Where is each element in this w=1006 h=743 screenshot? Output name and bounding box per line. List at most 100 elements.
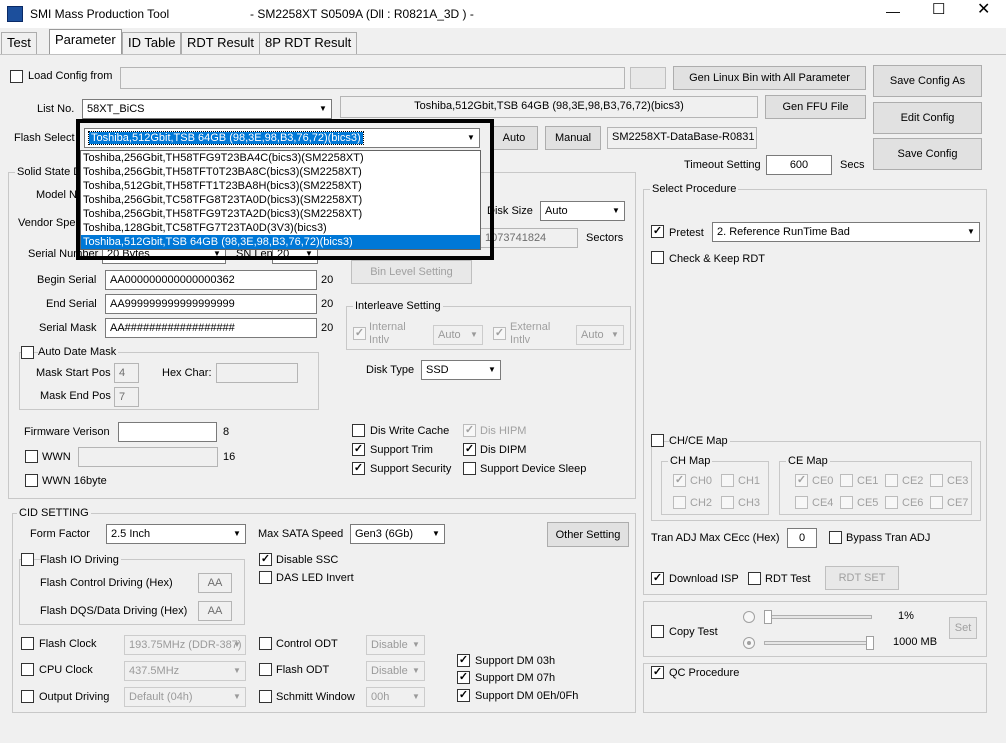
tab-parameter[interactable]: Parameter (49, 29, 122, 55)
schmitt-window-checkbox[interactable] (259, 690, 272, 703)
auto-button[interactable]: Auto (490, 126, 538, 150)
mb-slider-thumb[interactable] (866, 636, 874, 650)
hex-char-input[interactable] (216, 363, 298, 383)
edit-config-button[interactable]: Edit Config (873, 102, 982, 134)
internal-intlv-select[interactable]: Auto ▼ (433, 325, 483, 345)
ce3-checkbox[interactable] (930, 474, 943, 487)
mask-end-input[interactable]: 7 (114, 387, 139, 407)
mask-start-input[interactable]: 4 (114, 363, 139, 383)
load-config-path[interactable] (120, 67, 625, 89)
tran-adj-input[interactable]: 0 (787, 528, 817, 548)
output-driving-checkbox[interactable] (21, 690, 34, 703)
support-trim-checkbox[interactable] (352, 443, 365, 456)
tab-rdt-result[interactable]: RDT Result (181, 32, 260, 54)
schmitt-window-select[interactable]: 00h ▼ (366, 687, 425, 707)
cpu-clock-checkbox[interactable] (21, 663, 34, 676)
ce1-checkbox[interactable] (840, 474, 853, 487)
tab-id-table[interactable]: ID Table (122, 32, 182, 54)
tab-8p-rdt-result[interactable]: 8P RDT Result (259, 32, 358, 54)
external-intlv-checkbox[interactable] (493, 327, 506, 340)
copy-test-checkbox[interactable] (651, 625, 664, 638)
save-config-as-button[interactable]: Save Config As (873, 65, 982, 97)
ce2-checkbox[interactable] (885, 474, 898, 487)
bin-level-setting-button[interactable]: Bin Level Setting (351, 260, 472, 284)
flash-control-driving-input[interactable]: AA (198, 573, 232, 593)
ce0-checkbox[interactable] (795, 474, 808, 487)
end-serial-input[interactable]: AA999999999999999999 (105, 294, 317, 314)
disk-size-select[interactable]: Auto ▼ (540, 201, 625, 221)
mb-radio[interactable] (743, 637, 755, 649)
flash-odt-select[interactable]: Disable ▼ (366, 661, 425, 681)
support-security-checkbox[interactable] (352, 462, 365, 475)
pretest-checkbox[interactable] (651, 225, 664, 238)
close-icon[interactable]: ✕ (977, 2, 990, 18)
support-dm-03h-checkbox[interactable] (457, 654, 470, 667)
flash-io-driving-checkbox[interactable] (21, 553, 34, 566)
wwn-16byte-checkbox[interactable] (25, 474, 38, 487)
bypass-tran-adj-checkbox[interactable] (829, 531, 842, 544)
flash-clock-select[interactable]: 193.75MHz (DDR-387) ▼ (124, 635, 246, 655)
internal-intlv-checkbox[interactable] (353, 327, 366, 340)
manual-button[interactable]: Manual (545, 126, 601, 150)
ce5-checkbox[interactable] (840, 496, 853, 509)
flash-odt-checkbox[interactable] (259, 663, 272, 676)
gen-linux-bin-button[interactable]: Gen Linux Bin with All Parameter (673, 66, 866, 90)
disk-type-select[interactable]: SSD ▼ (421, 360, 501, 380)
form-factor-select[interactable]: 2.5 Inch ▼ (106, 524, 246, 544)
control-odt-checkbox[interactable] (259, 637, 272, 650)
timeout-input[interactable]: 600 (766, 155, 832, 175)
support-dm-0eh-checkbox[interactable] (457, 689, 470, 702)
rdt-set-button[interactable]: RDT SET (825, 566, 899, 590)
firmware-version-input[interactable] (118, 422, 217, 442)
wwn-checkbox[interactable] (25, 450, 38, 463)
wwn-input[interactable] (78, 447, 218, 467)
tab-test[interactable]: Test (1, 32, 37, 54)
control-odt-select[interactable]: Disable ▼ (366, 635, 425, 655)
copy-set-button[interactable]: Set (949, 617, 977, 639)
mb-slider[interactable] (764, 641, 872, 645)
output-driving-value: Default (04h) (129, 691, 193, 703)
ce-map-title: CE Map (786, 454, 830, 468)
dis-write-cache-checkbox[interactable] (352, 424, 365, 437)
save-config-button[interactable]: Save Config (873, 138, 982, 170)
disable-ssc-checkbox[interactable] (259, 553, 272, 566)
serial-mask-input[interactable]: AA################## (105, 318, 317, 338)
other-setting-button[interactable]: Other Setting (547, 522, 629, 547)
ce7-checkbox[interactable] (930, 496, 943, 509)
download-isp-checkbox[interactable] (651, 572, 664, 585)
das-led-invert-checkbox[interactable] (259, 571, 272, 584)
ce6-checkbox[interactable] (885, 496, 898, 509)
ch1-checkbox[interactable] (721, 474, 734, 487)
minimize-icon[interactable]: ― (886, 4, 900, 18)
dis-hipm-checkbox[interactable] (463, 424, 476, 437)
gen-ffu-button[interactable]: Gen FFU File (765, 95, 866, 119)
ch3-checkbox[interactable] (721, 496, 734, 509)
auto-date-mask-checkbox[interactable] (21, 346, 34, 359)
check-keep-rdt-checkbox[interactable] (651, 251, 664, 264)
chce-map-checkbox[interactable] (651, 434, 664, 447)
support-device-sleep-checkbox[interactable] (463, 462, 476, 475)
flash-clock-checkbox[interactable] (21, 637, 34, 650)
flash-dqs-driving-input[interactable]: AA (198, 601, 232, 621)
qc-procedure-checkbox[interactable] (651, 666, 664, 679)
cpu-clock-select[interactable]: 437.5MHz ▼ (124, 661, 246, 681)
percent-slider[interactable] (764, 615, 872, 619)
ch0-checkbox[interactable] (673, 474, 686, 487)
ch2-checkbox[interactable] (673, 496, 686, 509)
rdt-test-checkbox[interactable] (748, 572, 761, 585)
maximize-icon[interactable]: ☐ (932, 2, 945, 17)
max-sata-select[interactable]: Gen3 (6Gb) ▼ (350, 524, 445, 544)
support-dm-07h-checkbox[interactable] (457, 671, 470, 684)
output-driving-select[interactable]: Default (04h) ▼ (124, 687, 246, 707)
pretest-select[interactable]: 2. Reference RunTime Bad ▼ (712, 222, 980, 242)
percent-radio[interactable] (743, 611, 755, 623)
external-intlv-select[interactable]: Auto ▼ (576, 325, 624, 345)
percent-slider-thumb[interactable] (764, 610, 772, 624)
ce4-checkbox[interactable] (795, 496, 808, 509)
begin-serial-input[interactable]: AA000000000000000362 (105, 270, 317, 290)
wwn-label: WWN (42, 451, 71, 463)
load-config-checkbox[interactable] (10, 70, 23, 83)
dis-dipm-checkbox[interactable] (463, 443, 476, 456)
browse-button[interactable] (630, 67, 666, 89)
list-no-select[interactable]: 58XT_BiCS ▼ (82, 99, 332, 119)
